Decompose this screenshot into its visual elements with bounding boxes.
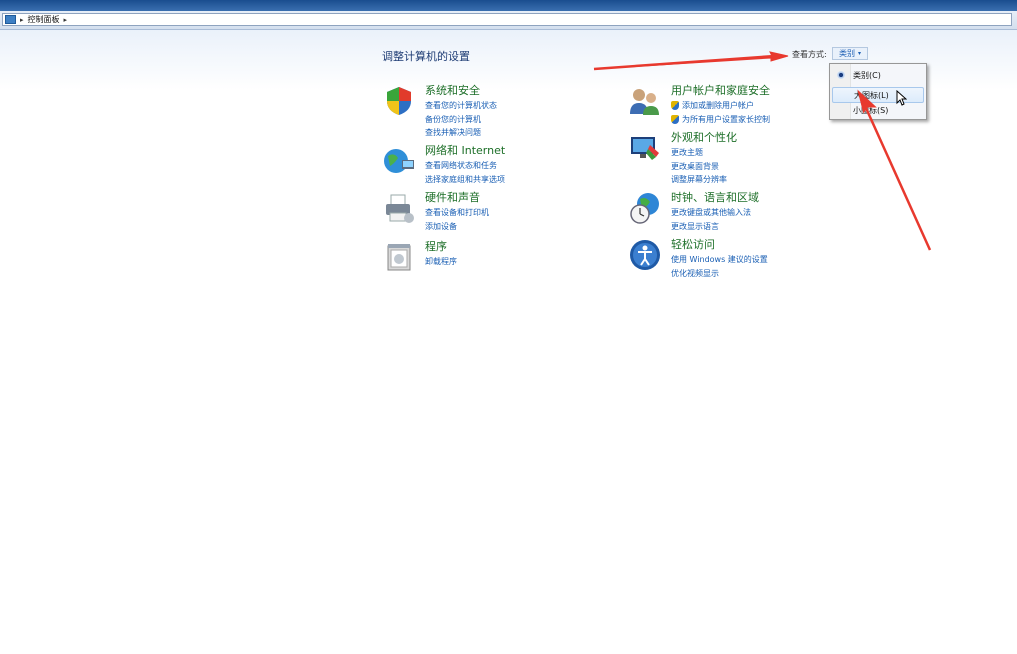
annotation-arrow-to-large-icons [857,89,932,251]
annotation-overlay [593,51,932,251]
annotation-arrow-to-view-by [593,51,789,71]
